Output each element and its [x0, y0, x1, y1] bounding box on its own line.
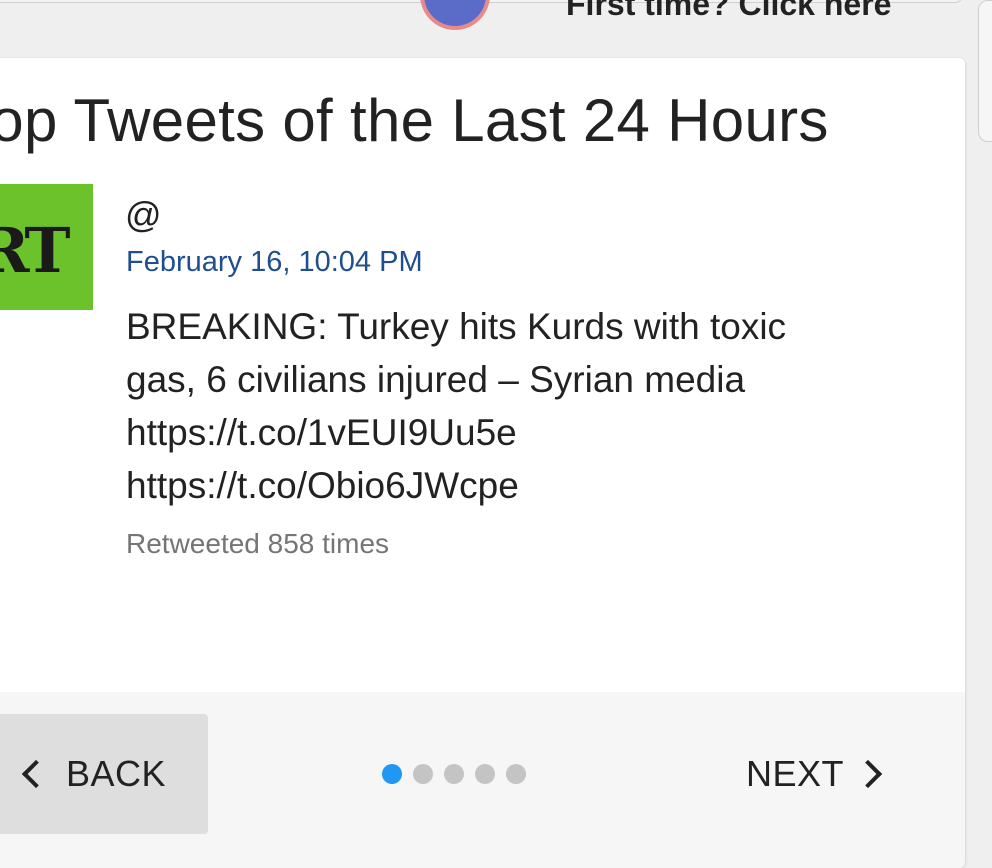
tweet-text-line: BREAKING: Turkey hits Kurds with toxic [126, 306, 787, 347]
profile-avatar[interactable] [420, 0, 490, 30]
next-button-label: NEXT [746, 753, 845, 794]
tweet-text-line: gas, 6 civilians injured – Syrian media [126, 359, 746, 400]
card-footer: BACK NEXT [0, 692, 965, 868]
card-title: Top Tweets of the Last 24 Hours [0, 87, 829, 154]
pager-dot[interactable] [413, 764, 433, 784]
top-tweets-card: Top Tweets of the Last 24 Hours RT @ Feb… [0, 58, 965, 868]
tweet-handle[interactable]: @ [125, 194, 162, 236]
rt-logo: RT [0, 184, 93, 310]
next-button[interactable]: NEXT [746, 714, 883, 834]
top-strip: First time? Click here [0, 0, 992, 58]
tweet-timestamp[interactable]: February 16, 10:04 PM [126, 246, 423, 279]
back-button[interactable]: BACK [0, 714, 208, 834]
avatar-inner-icon [424, 0, 486, 26]
side-panel-edge [978, 0, 992, 142]
logo-text: RT [0, 214, 71, 287]
retweet-count: Retweeted 858 times [126, 528, 390, 559]
pager-dot[interactable] [444, 764, 464, 784]
pager-dot[interactable] [475, 764, 495, 784]
tweet-link[interactable]: https://t.co/Obio6JWcpe [126, 459, 926, 512]
chevron-left-icon [21, 759, 51, 789]
tweet-text: BREAKING: Turkey hits Kurds with toxic g… [126, 300, 926, 512]
pager-dot[interactable] [382, 764, 402, 784]
first-time-link[interactable]: First time? Click here [566, 0, 891, 23]
chevron-right-icon [853, 759, 883, 789]
back-button-label: BACK [66, 753, 167, 794]
tweet-link[interactable]: https://t.co/1vEUI9Uu5e [126, 406, 926, 459]
pager-dots [382, 764, 537, 784]
pager-dot[interactable] [506, 764, 526, 784]
